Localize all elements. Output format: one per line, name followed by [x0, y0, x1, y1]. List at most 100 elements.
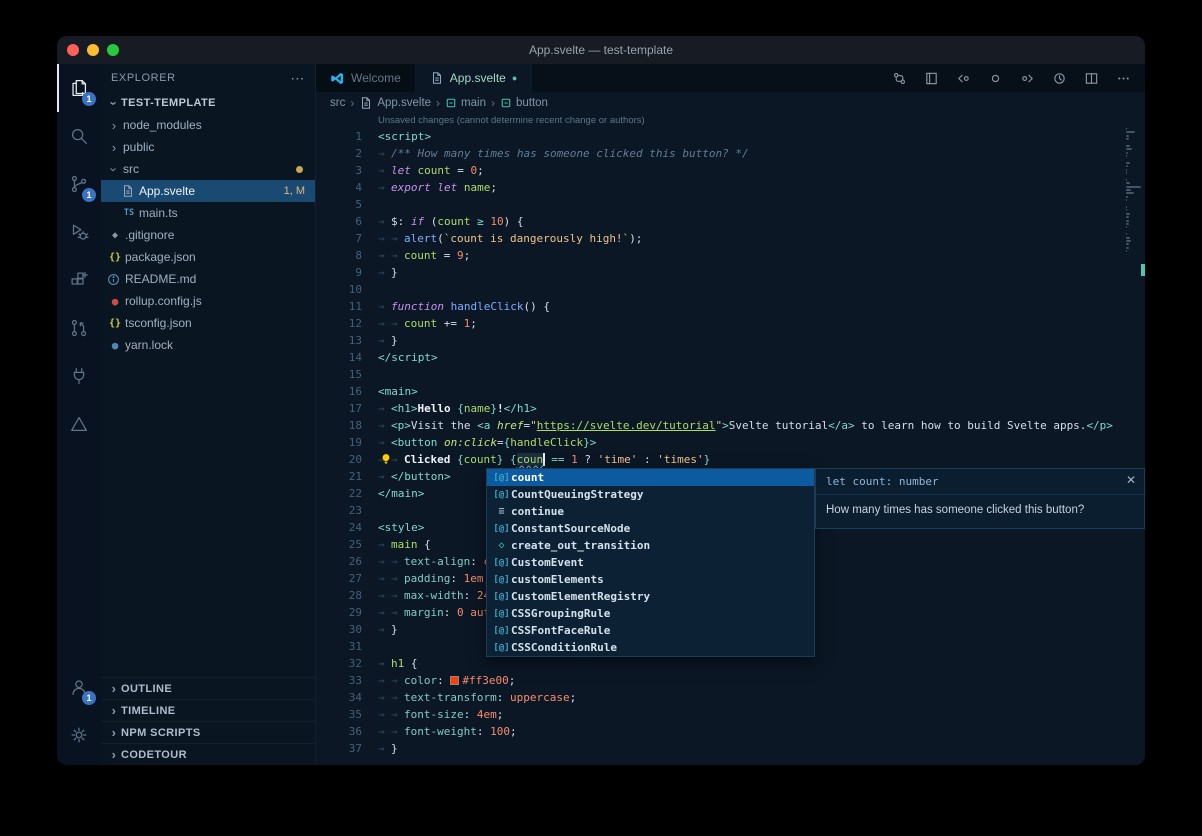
project-root-row[interactable]: › TEST-TEMPLATE [101, 92, 315, 114]
code-line-1[interactable]: 1<script> [316, 128, 1145, 145]
code-line-12[interactable]: 12→→count += 1; [316, 315, 1145, 332]
file-row-package.json[interactable]: {}package.json [101, 246, 315, 268]
code-line-2[interactable]: 2→/** How many times has someone clicked… [316, 145, 1145, 162]
whitespace-arrow: → [378, 315, 391, 332]
pr-icon [68, 317, 90, 339]
code-line-19[interactable]: 19→<button on:click={handleClick}> [316, 434, 1145, 451]
minimap-line [1126, 135, 1129, 137]
line-number: 2 [316, 145, 362, 162]
code-line-11[interactable]: 11→function handleClick() { [316, 298, 1145, 315]
code-line-18[interactable]: 18→<p>Visit the <a href="https://svelte.… [316, 417, 1145, 434]
close-icon[interactable]: ✕ [1126, 473, 1136, 487]
code-line-37[interactable]: 37→} [316, 740, 1145, 757]
breadcrumb-item-button[interactable]: button [500, 97, 548, 109]
activity-item-run-and-debug[interactable] [57, 208, 101, 256]
breadcrumb-item-src[interactable]: src [330, 97, 345, 109]
minimap-line [1126, 182, 1130, 184]
code-line-7[interactable]: 7→→alert(`count is dangerously high!`); [316, 230, 1145, 247]
sidebar-panel-npm-scripts[interactable]: ›NPM SCRIPTS [101, 721, 315, 743]
code-token: 'times' [657, 453, 703, 466]
code-line-34[interactable]: 34→→text-transform: uppercase; [316, 689, 1145, 706]
code-line-35[interactable]: 35→→font-size: 4em; [316, 706, 1145, 723]
file-row-rollup.config.js[interactable]: ●rollup.config.js [101, 290, 315, 312]
code-line-16[interactable]: 16<main> [316, 383, 1145, 400]
suggest-item-customElements[interactable]: [@]customElements [487, 571, 814, 588]
next-change-icon[interactable] [1020, 71, 1035, 86]
code-token: ; [497, 708, 504, 721]
git-compare-icon[interactable] [892, 71, 907, 86]
file-row-yarn.lock[interactable]: ●yarn.lock [101, 334, 315, 356]
suggest-item-create_out_transition[interactable]: ◇create_out_transition [487, 537, 814, 554]
code-token: $: [391, 215, 411, 228]
suggest-item-ConstantSourceNode[interactable]: [@]ConstantSourceNode [487, 520, 814, 537]
prev-change-icon[interactable] [956, 71, 971, 86]
whitespace-arrow: → [378, 587, 391, 604]
file-label: node_modules [123, 118, 202, 132]
sidebar-panel-timeline[interactable]: ›TIMELINE [101, 699, 315, 721]
activity-item-settings[interactable] [57, 711, 101, 759]
code-line-13[interactable]: 13→} [316, 332, 1145, 349]
activity-item-azure[interactable] [57, 400, 101, 448]
minimap-line [1126, 220, 1129, 222]
tab-welcome[interactable]: Welcome [316, 64, 416, 92]
file-row-App.svelte[interactable]: App.svelte1, M [101, 180, 315, 202]
file-row-node_modules[interactable]: ›node_modules [101, 114, 315, 136]
activity-item-accounts[interactable]: 1 [57, 663, 101, 711]
suggest-item-count[interactable]: [@]count [487, 469, 814, 486]
code-editor[interactable]: Unsaved changes (cannot determine recent… [316, 114, 1145, 765]
activity-item-explorer[interactable]: 1 [57, 64, 101, 112]
code-line-3[interactable]: 3→let count = 0; [316, 162, 1145, 179]
code-line-9[interactable]: 9→} [316, 264, 1145, 281]
code-line-4[interactable]: 4→export let name; [316, 179, 1145, 196]
sidebar-panel-outline[interactable]: ›OUTLINE [101, 677, 315, 699]
code-line-14[interactable]: 14</script> [316, 349, 1145, 366]
file-row-README.md[interactable]: README.md [101, 268, 315, 290]
file-row-main.ts[interactable]: TSmain.ts [101, 202, 315, 224]
suggest-item-CSSFontFaceRule[interactable]: [@]CSSFontFaceRule [487, 622, 814, 639]
titlebar[interactable]: App.svelte — test-template [57, 36, 1145, 64]
code-token: <p> [391, 419, 411, 432]
code-line-33[interactable]: 33→→color: #ff3e00; [316, 672, 1145, 689]
code-line-6[interactable]: 6→$: if (count ≥ 10) { [316, 213, 1145, 230]
sidebar-panel-codetour[interactable]: ›CODETOUR [101, 743, 315, 765]
split-editor-icon[interactable] [1084, 71, 1099, 86]
activity-item-source-control[interactable]: 1 [57, 160, 101, 208]
file-row-.gitignore[interactable]: ◆.gitignore [101, 224, 315, 246]
suggest-item-CSSConditionRule[interactable]: [@]CSSConditionRule [487, 639, 814, 656]
activity-item-search[interactable] [57, 112, 101, 160]
suggest-item-CountQueuingStrategy[interactable]: [@]CountQueuingStrategy [487, 486, 814, 503]
suggest-item-CustomEvent[interactable]: [@]CustomEvent [487, 554, 814, 571]
notebook-icon[interactable] [924, 71, 939, 86]
whitespace-arrow: → [391, 247, 404, 264]
code-line-15[interactable]: 15 [316, 366, 1145, 383]
close-window-button[interactable] [67, 44, 79, 56]
sidebar-more-icon[interactable]: ⋯ [290, 70, 305, 87]
activity-item-remote[interactable] [57, 352, 101, 400]
code-line-32[interactable]: 32→h1 { [316, 655, 1145, 672]
suggest-item-CSSGroupingRule[interactable]: [@]CSSGroupingRule [487, 605, 814, 622]
line-number: 22 [316, 485, 362, 502]
more-icon[interactable] [1116, 71, 1131, 86]
file-row-tsconfig.json[interactable]: {}tsconfig.json [101, 312, 315, 334]
code-line-36[interactable]: 36→→font-weight: 100; [316, 723, 1145, 740]
suggest-item-continue[interactable]: ≡continue [487, 503, 814, 520]
zoom-window-button[interactable] [107, 44, 119, 56]
code-line-10[interactable]: 10 [316, 281, 1145, 298]
history-icon[interactable] [1052, 71, 1067, 86]
code-line-8[interactable]: 8→→count = 9; [316, 247, 1145, 264]
code-line-20[interactable]: 20→→Clicked {count} {coun == 1 ? 'time' … [316, 451, 1145, 468]
whitespace-arrow: → [378, 400, 391, 417]
minimize-window-button[interactable] [87, 44, 99, 56]
breadcrumb-item-app-svelte[interactable]: App.svelte [359, 96, 431, 110]
code-line-5[interactable]: 5 [316, 196, 1145, 213]
tab-app-svelte[interactable]: App.svelte● [416, 64, 532, 92]
file-row-src[interactable]: ›src [101, 158, 315, 180]
code-line-17[interactable]: 17→<h1>Hello {name}!</h1> [316, 400, 1145, 417]
circle-icon[interactable] [988, 71, 1003, 86]
activity-item-extensions[interactable] [57, 256, 101, 304]
suggest-item-CustomElementRegistry[interactable]: [@]CustomElementRegistry [487, 588, 814, 605]
activity-item-pull-requests[interactable] [57, 304, 101, 352]
minimap[interactable] [1126, 128, 1143, 253]
breadcrumb-item-main[interactable]: main [445, 97, 486, 109]
file-row-public[interactable]: ›public [101, 136, 315, 158]
